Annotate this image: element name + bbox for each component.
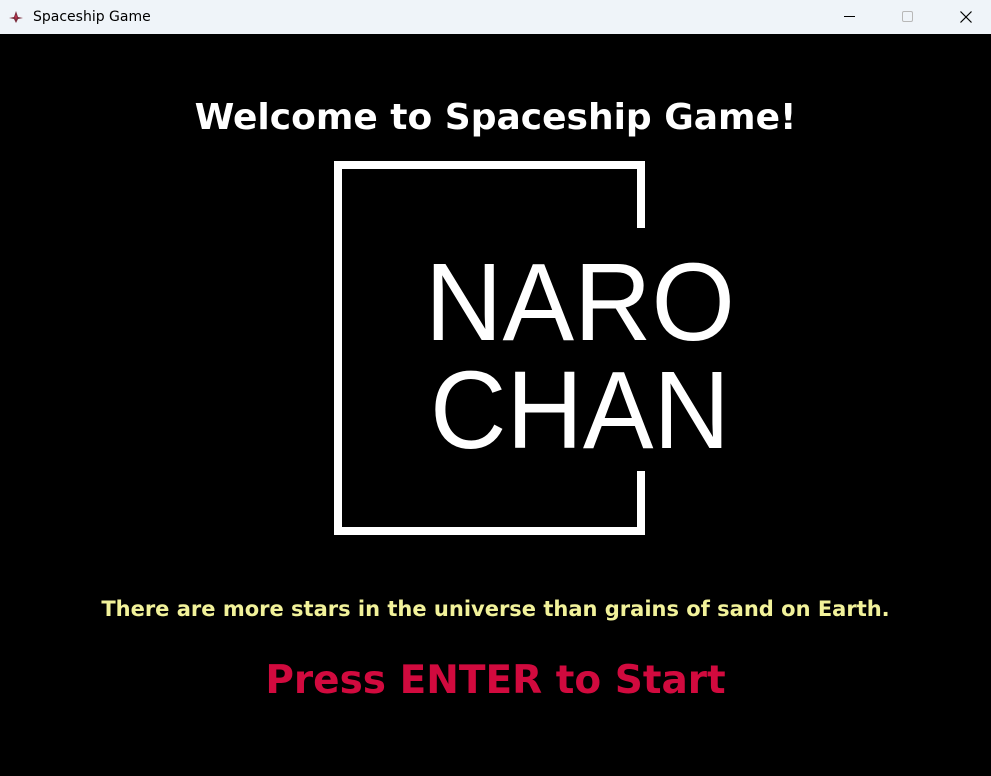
title-bar[interactable]: Spaceship Game bbox=[0, 0, 991, 34]
press-enter-prompt: Press ENTER to Start bbox=[265, 658, 726, 703]
logo-line1: NARO bbox=[425, 241, 735, 364]
close-button[interactable] bbox=[943, 0, 989, 34]
maximize-icon bbox=[902, 11, 913, 22]
close-icon bbox=[960, 11, 972, 23]
minimize-button[interactable] bbox=[827, 0, 873, 34]
welcome-heading: Welcome to Spaceship Game! bbox=[194, 97, 797, 138]
minimize-icon bbox=[844, 16, 855, 17]
narochan-logo: NARO CHAN bbox=[334, 161, 735, 535]
logo-line2: CHAN bbox=[430, 349, 730, 472]
window-title: Spaceship Game bbox=[33, 9, 151, 25]
fact-text: There are more stars in the universe tha… bbox=[101, 597, 890, 621]
game-canvas[interactable]: Welcome to Spaceship Game! NARO CHAN The… bbox=[0, 34, 991, 776]
maximize-button[interactable] bbox=[885, 0, 931, 34]
spaceship-icon bbox=[8, 9, 24, 25]
game-window: Spaceship Game Welcome to Spaceship Game… bbox=[0, 0, 991, 776]
